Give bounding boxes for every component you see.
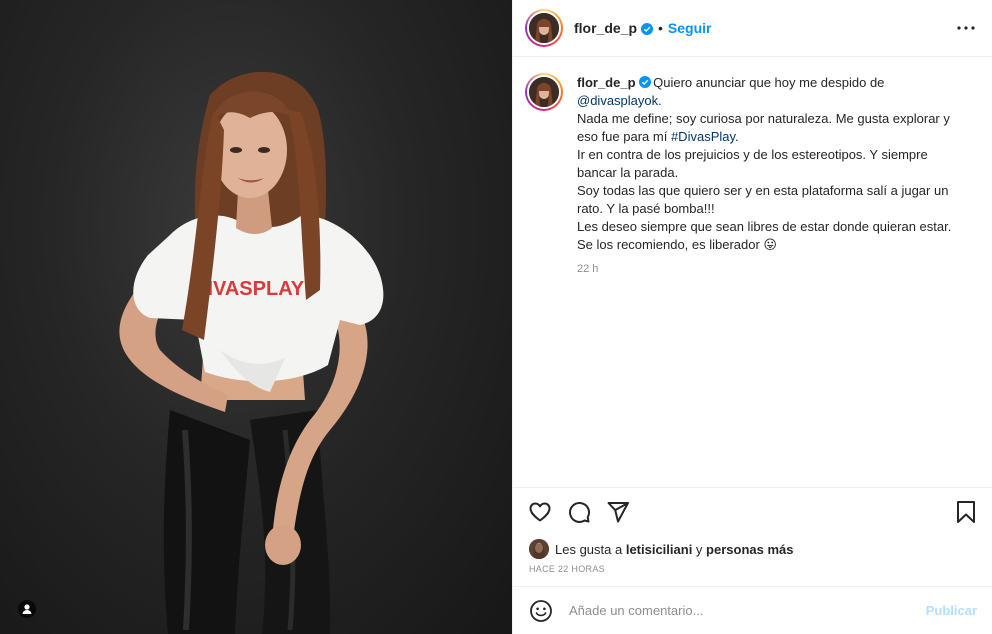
- caption-text: flor_de_p Quiero anunciar que hoy me des…: [577, 74, 977, 254]
- comment-composer: Publicar: [513, 586, 992, 634]
- hashtag-link[interactable]: #DivasPlay: [671, 129, 735, 144]
- caption-line: rato. Y la pasé bomba!!!: [577, 201, 715, 216]
- likes-count-link[interactable]: personas más: [706, 542, 793, 557]
- post-timestamp[interactable]: HACE 22 HORAS: [513, 558, 992, 574]
- author-avatar[interactable]: [525, 9, 563, 47]
- caption-username[interactable]: flor_de_p: [577, 75, 636, 90]
- avatar-image: [529, 13, 559, 43]
- caption-line: Se los recomiendo, es liberador 😛: [577, 237, 777, 252]
- caption-line-text: Quiero anunciar que hoy me despido de: [653, 75, 885, 90]
- caption-line: Soy todas las que quiero ser y en esta p…: [577, 183, 949, 198]
- comment-input[interactable]: [569, 603, 926, 618]
- post-actions: Les gusta a letisiciliani y personas más…: [513, 487, 992, 574]
- post-details-panel: flor_de_p • Seguir flor_de_p Quiero anun…: [512, 0, 992, 634]
- post-image[interactable]: DIVASPLAY: [0, 0, 512, 634]
- heart-icon[interactable]: [527, 499, 553, 525]
- action-icons-row: [513, 488, 992, 536]
- caption-block: flor_de_p Quiero anunciar que hoy me des…: [513, 57, 992, 275]
- user-tag-icon[interactable]: [18, 600, 36, 618]
- share-icon[interactable]: [605, 499, 631, 525]
- caption-line: flor_de_p Quiero anunciar que hoy me des…: [577, 74, 977, 92]
- liker-avatar[interactable]: [529, 539, 549, 559]
- caption-line: bancar la parada.: [577, 165, 679, 180]
- avatar-image: [529, 77, 559, 107]
- comment-icon[interactable]: [566, 499, 592, 525]
- caption-author-avatar[interactable]: [525, 73, 563, 111]
- follow-button[interactable]: Seguir: [668, 20, 712, 36]
- verified-badge-icon: [639, 75, 652, 88]
- mention-link[interactable]: @divasplayok.: [577, 92, 977, 110]
- likes-middle: y: [692, 541, 707, 557]
- post-header: flor_de_p • Seguir: [513, 0, 992, 57]
- bookmark-icon[interactable]: [953, 499, 979, 525]
- caption-line: Ir en contra de los prejuicios y de los …: [577, 147, 928, 162]
- more-options-icon[interactable]: [954, 16, 978, 40]
- caption-line-hashtag: eso fue para mí #DivasPlay.: [577, 129, 739, 144]
- caption-line: Les deseo siempre que sean libres de est…: [577, 219, 952, 234]
- post-photo-illustration: DIVASPLAY: [119, 71, 384, 634]
- caption-line: Nada me define; soy curiosa por naturale…: [577, 111, 950, 126]
- author-username[interactable]: flor_de_p: [574, 20, 637, 36]
- verified-badge-icon: [641, 22, 654, 35]
- separator-dot: •: [658, 20, 663, 36]
- caption-time[interactable]: 22 h: [577, 263, 977, 275]
- caption-line-prefix: eso fue para mí: [577, 129, 671, 144]
- likes-prefix: Les gusta a: [555, 541, 626, 557]
- emoji-icon[interactable]: [529, 599, 553, 623]
- publish-button[interactable]: Publicar: [926, 603, 977, 618]
- liker-username[interactable]: letisiciliani: [626, 542, 692, 557]
- likes-summary: Les gusta a letisiciliani y personas más: [513, 536, 992, 559]
